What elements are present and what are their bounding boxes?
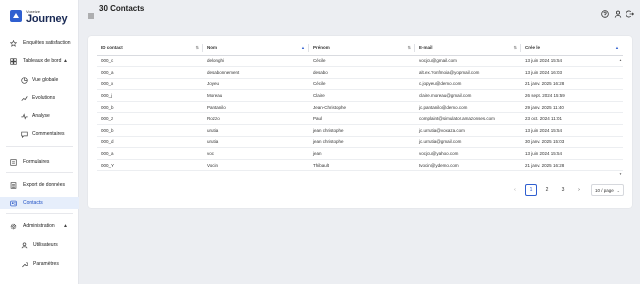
table-row[interactable]: 000_b urutia jean christophe jc.urrutia@vox… [97,124,623,137]
sidebar-item-formulaires[interactable]: Formulaires [0,156,79,168]
sidebar-item-parametres[interactable]: Paramètres [0,258,79,270]
table-row[interactable]: 000_x Joyeu Cécile c.jopyeu@demo.com 21 janv… [97,78,623,91]
sidebar-item-label: Contacts [23,200,43,206]
trend-icon [21,95,28,102]
table-row[interactable]: 000_z Rozzo Paul complaint@simulator.amazon… [97,112,623,126]
sidebar-item-label: Analyse [32,113,50,119]
sort-asc-icon[interactable]: ▲ [301,45,305,50]
sidebar-item-label: Commentaires [32,131,65,137]
star-icon [10,39,17,47]
column-header-id[interactable]: ID contact ⇅ [97,41,203,56]
account-icon[interactable] [614,5,622,18]
pie-chart-icon [21,76,28,84]
brand-name: Journey [26,13,68,25]
logout-icon[interactable] [625,5,635,18]
user-icon [21,242,28,249]
page-button-2[interactable]: 2 [541,184,553,196]
sidebar-item-label: Tableaux de bord [23,58,62,64]
column-header-cree-le[interactable]: Crée le ▲ [521,41,623,56]
chevron-down-icon: ⌄ [616,188,620,193]
sidebar-item-commentaires[interactable]: Commentaires [0,128,79,140]
table-header-row: ID contact ⇅ Nom ▲ Prénom ⇅ E-mail ⇅ Crée le… [97,41,623,56]
column-header-email[interactable]: E-mail ⇅ [415,41,521,56]
sidebar-item-export[interactable]: Export de données [0,179,79,191]
settings-icon [10,223,17,230]
wrench-icon [21,261,28,268]
sidebar-item-analyse[interactable]: Analyse [0,110,79,122]
chevron-up-icon[interactable]: ▲ [63,58,68,64]
sidebar-item-label: Utilisateurs [33,242,58,248]
sidebar-item-label: Formulaires [23,159,50,165]
page-button-3[interactable]: 3 [557,184,569,196]
sort-icon[interactable]: ⇅ [514,45,517,50]
sidebar-item-contacts[interactable]: Contacts [0,197,79,209]
sidebar-item-utilisateurs[interactable]: Utilisateurs [0,239,79,251]
logo-icon [10,10,22,22]
table-row[interactable]: 000_c delonghi Cécile vocjcu@gmail.com 13 ju… [97,55,623,68]
chevron-up-icon[interactable]: ▲ [63,223,68,229]
table-row[interactable]: 000_a desabonnement desabo alt.ex.?onfmoia@… [97,66,623,79]
sort-icon[interactable]: ⇅ [196,45,199,50]
brand-logo[interactable]: Voxeize Journey [10,9,72,25]
sidebar-item-label: Evolutions [32,95,56,101]
sidebar-item-label: Paramètres [33,261,59,267]
contacts-table: ID contact ⇅ Nom ▲ Prénom ⇅ E-mail ⇅ Crée le… [97,41,623,172]
column-header-prenom[interactable]: Prénom ⇅ [309,41,415,56]
sidebar-item-label: Vue globale [32,77,59,83]
table-row[interactable]: 000_j Moreau Claire claire.moreau@gmail.com… [97,89,623,102]
table-row[interactable]: 000_d urutia jean christophe jc.urrutia@gma… [97,136,623,149]
page-button-1[interactable]: 1 [525,184,537,196]
sidebar-item-label: Export de données [23,182,65,188]
sidebar-item-label: Enquêtes satisfaction [23,40,71,46]
contacts-card: ID contact ⇅ Nom ▲ Prénom ⇅ E-mail ⇅ Crée le… [88,36,632,208]
sidebar-item-administration[interactable]: Administration ▲ [0,220,79,232]
menu-icon[interactable] [88,6,94,19]
sidebar-item-enquetes[interactable]: Enquêtes satisfaction [0,37,79,49]
comment-icon [21,131,28,138]
contacts-icon [10,200,17,207]
dashboard-icon [10,57,17,65]
page-size-select[interactable]: 10 / page ⌄ [591,184,624,196]
page-size-value: 10 / page [595,187,614,193]
prev-page-button[interactable]: ‹ [509,184,521,196]
sidebar-item-evolutions[interactable]: Evolutions [0,92,79,104]
table-row[interactable]: 000_Y Vocin Thibault tvocin@ydemo.com 21 jan… [97,159,623,172]
page-title: 30 Contacts [99,4,145,13]
scroll-down-arrow[interactable]: ▼ [619,172,622,176]
pulse-icon [21,112,28,120]
sort-icon[interactable]: ⇅ [408,45,411,50]
sidebar-divider [6,213,73,214]
sidebar: Voxeize Journey Enquêtes satisfaction Ta… [0,0,79,284]
sidebar-divider [6,146,73,147]
sidebar-item-tableaux[interactable]: Tableaux de bord ▲ [0,55,79,67]
scroll-up-arrow[interactable]: ▲ [619,58,622,62]
sidebar-divider [6,172,73,173]
table-row[interactable]: 000_a voc jean vocjcu@yahoo.com 13 juin 2024… [97,147,623,160]
next-page-button[interactable]: › [573,184,585,196]
export-icon [10,181,17,189]
table-row[interactable]: 000_b Pantanilo Jean-Christophe jc.pantanil… [97,101,623,114]
forms-icon [10,158,17,166]
top-header: 30 Contacts [79,0,640,19]
help-icon[interactable] [601,5,609,18]
sidebar-item-vue-globale[interactable]: Vue globale [0,74,79,86]
sidebar-item-label: Administration [23,223,55,229]
sort-asc-icon[interactable]: ▲ [615,45,619,50]
column-header-nom[interactable]: Nom ▲ [203,41,309,56]
